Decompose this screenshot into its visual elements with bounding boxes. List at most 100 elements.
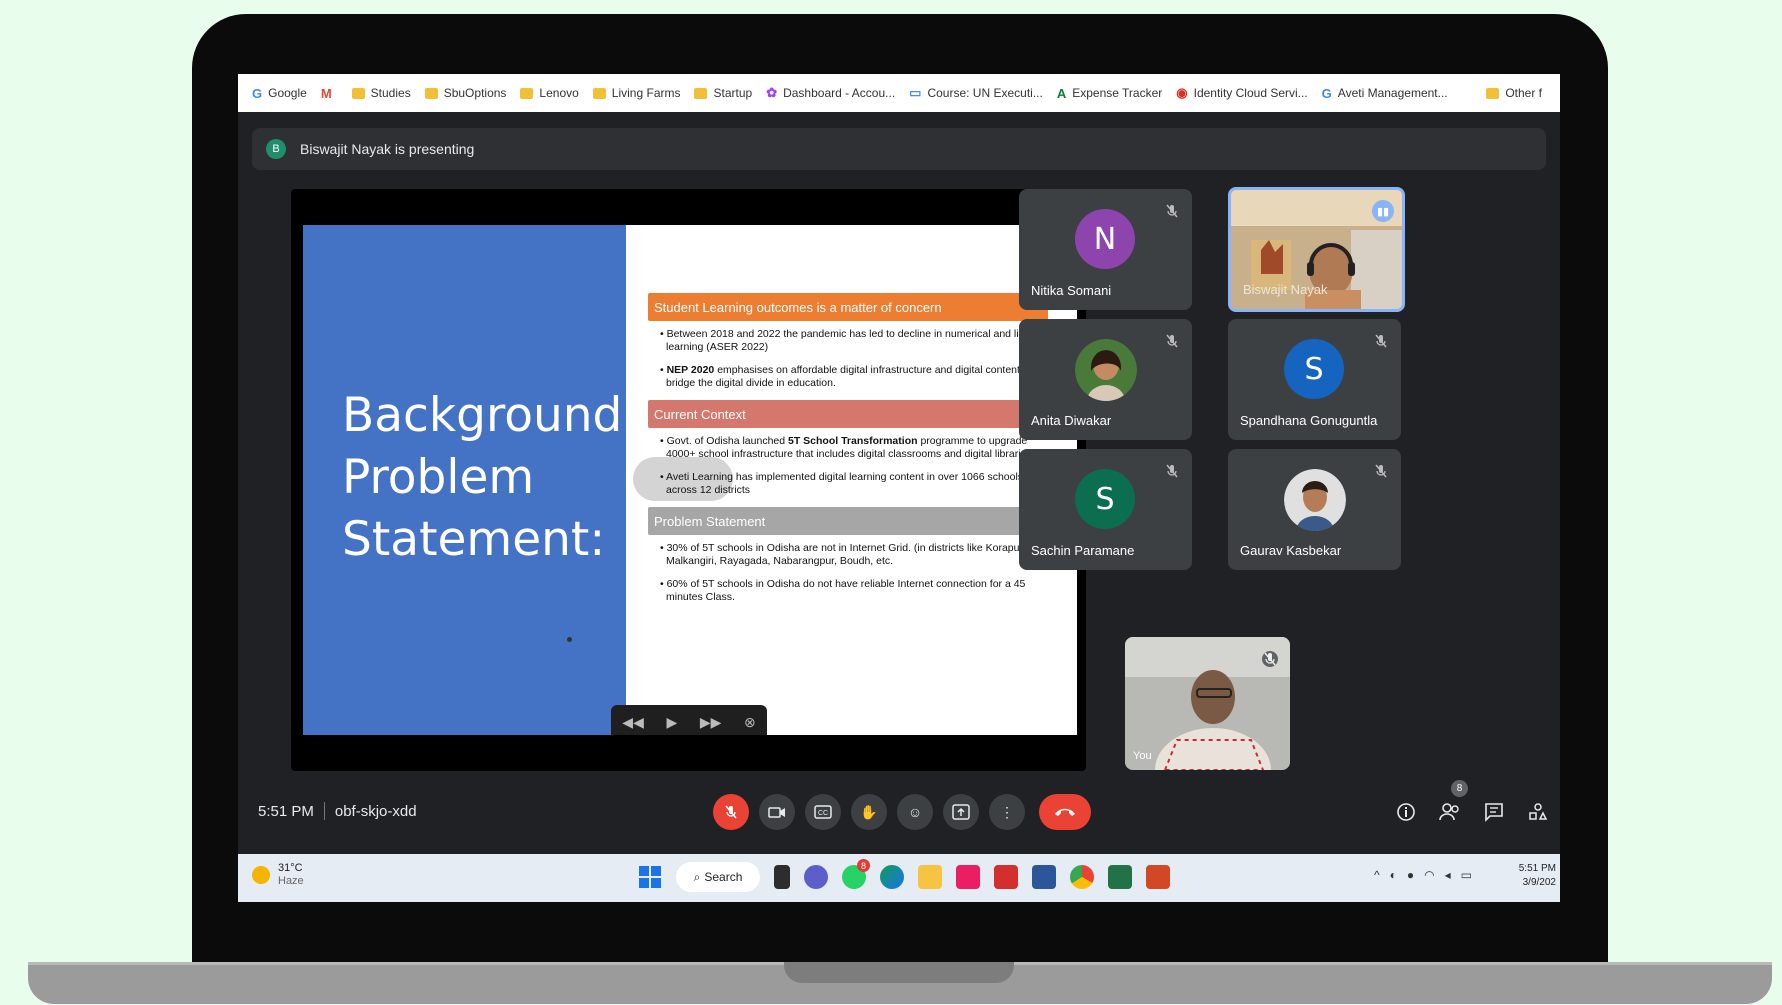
play-icon[interactable]: ▶ — [666, 714, 677, 731]
bookmark-item[interactable]: Studies — [351, 86, 411, 100]
slide-title: Background Problem Statement: — [342, 385, 622, 571]
bookmark-item[interactable]: G Google — [252, 86, 307, 101]
bookmark-item[interactable]: G Aveti Management... — [1322, 86, 1448, 101]
participant-tile-nitika[interactable]: N Nitika Somani — [1019, 189, 1192, 310]
presentation-stage[interactable]: Background Problem Statement: Student Le… — [291, 189, 1086, 771]
meeting-code: obf-skjo-xdd — [334, 802, 417, 820]
bookmark-item[interactable]: A Expense Tracker — [1057, 86, 1162, 101]
bookmarks-bar: G Google M Studies SbuOptions Lenovo Living Fa… — [238, 74, 1560, 112]
microphone-icon[interactable]: ● — [1407, 868, 1414, 882]
presenting-text: Biswajit Nayak is presenting — [300, 141, 475, 157]
leave-call-button[interactable] — [1039, 794, 1091, 830]
laptop-notch — [784, 962, 1014, 983]
participant-name: Biswajit Nayak — [1243, 282, 1328, 297]
chrome-icon[interactable] — [1070, 865, 1094, 889]
slide-section-heading: Problem Statement — [648, 507, 1048, 535]
bookmark-item[interactable]: ✿ Dashboard - Accou... — [766, 85, 895, 101]
speaker-icon[interactable]: ◂ — [1445, 868, 1451, 882]
bookmark-label: SbuOptions — [443, 86, 507, 100]
slide-title-panel: Background Problem Statement: — [303, 225, 626, 735]
participant-tile-biswajit[interactable]: ▮▮ Biswajit Nayak — [1228, 187, 1405, 312]
clock-time: 5:51 PM — [1518, 863, 1556, 874]
other-bookmarks[interactable]: Other f — [1486, 74, 1546, 112]
fast-forward-icon[interactable]: ▶▶ — [700, 714, 722, 731]
weather-widget[interactable]: 31°C Haze — [252, 862, 304, 888]
bookmark-item[interactable]: SbuOptions — [424, 86, 507, 100]
store-icon[interactable] — [956, 865, 980, 889]
folder-icon — [424, 87, 438, 99]
activities-button[interactable] — [1520, 794, 1556, 830]
bookmark-item[interactable]: Living Farms — [592, 86, 681, 100]
windows-start-icon[interactable] — [638, 865, 662, 889]
screen: G Google M Studies SbuOptions Lenovo Living Fa… — [238, 74, 1560, 902]
excel-icon[interactable] — [1108, 865, 1132, 889]
folder-icon — [1486, 87, 1500, 99]
rewind-icon[interactable]: ◀◀ — [622, 714, 644, 731]
bookmark-label: Startup — [713, 86, 753, 100]
participant-tile-gaurav[interactable]: Gaurav Kasbekar — [1228, 449, 1401, 570]
tray-app-icon[interactable]: ◐ — [1390, 868, 1397, 882]
slide-section-heading: Current Context — [648, 400, 1048, 428]
edge-browser-icon[interactable] — [880, 865, 904, 889]
reactions-button[interactable]: ☺ — [897, 794, 933, 830]
bookmark-label: Expense Tracker — [1072, 86, 1163, 100]
chevron-up-icon[interactable]: ^ — [1374, 868, 1380, 882]
powerpoint-icon[interactable] — [1146, 865, 1170, 889]
participant-tile-spandhana[interactable]: S Spandhana Gonuguntla — [1228, 319, 1401, 440]
mouse-cursor — [567, 637, 572, 642]
bookmark-label: Lenovo — [539, 86, 579, 100]
bookmark-item[interactable]: ◉ Identity Cloud Servi... — [1176, 85, 1307, 101]
chat-button[interactable] — [1476, 794, 1512, 830]
taskbar-clock[interactable]: 5:51 PM 3/9/202 — [1519, 862, 1556, 890]
participant-tile-sachin[interactable]: S Sachin Paramane — [1019, 449, 1192, 570]
word-icon[interactable] — [1032, 865, 1056, 889]
course-icon: ▭ — [909, 85, 922, 100]
bookmark-label: Identity Cloud Servi... — [1193, 86, 1308, 100]
taskbar-search[interactable]: ⌕ Search — [676, 862, 760, 892]
self-view-tile[interactable]: You — [1125, 637, 1290, 770]
bookmark-label: Course: UN Executi... — [927, 86, 1043, 100]
participant-tile-anita[interactable]: Anita Diwakar — [1019, 319, 1192, 440]
slide-bullet: • 60% of 5T schools in Odisha do not hav… — [652, 578, 1048, 604]
bookmark-item[interactable]: M — [321, 86, 338, 101]
system-tray: ^ ◐ ● ◠ ◂ ▭ — [1374, 868, 1482, 882]
chat-icon — [1485, 803, 1503, 822]
mic-toggle-button[interactable] — [713, 794, 749, 830]
bullet-text: 30% of 5T schools in Odisha are not in I… — [666, 542, 1026, 567]
divider — [323, 802, 325, 820]
present-screen-button[interactable] — [943, 794, 979, 830]
weather-condition: Haze — [278, 875, 304, 887]
battery-icon[interactable]: ▭ — [1461, 868, 1472, 882]
bullet-text: 60% of 5T schools in Odisha do not have … — [666, 578, 1026, 603]
raise-hand-button[interactable]: ✋ — [851, 794, 887, 830]
people-button[interactable]: 8 — [1432, 780, 1468, 830]
slide-bullet: • NEP 2020 emphasises on affordable digi… — [652, 364, 1048, 390]
bookmark-item[interactable]: Startup — [694, 86, 752, 100]
pdf-reader-icon[interactable] — [994, 865, 1018, 889]
expense-tracker-icon: A — [1056, 85, 1067, 101]
bookmark-label: Living Farms — [611, 86, 681, 100]
hand-icon: ✋ — [860, 803, 878, 820]
bookmark-item[interactable]: ▭ Course: UN Executi... — [909, 85, 1043, 101]
identity-cloud-icon: ◉ — [1176, 85, 1188, 100]
windows-taskbar: 31°C Haze ⌕ Search 8 ^ ◐ ● ◠ ◂ ▭ 5:51 PM… — [238, 854, 1560, 902]
close-circle-icon[interactable]: ⊗ — [744, 714, 756, 731]
mic-off-icon — [1166, 204, 1178, 218]
camera-toggle-button[interactable] — [759, 794, 795, 830]
more-options-button[interactable]: ⋮ — [989, 794, 1025, 830]
bookmark-item[interactable]: Lenovo — [520, 86, 579, 100]
meeting-details-button[interactable] — [1388, 794, 1424, 830]
wifi-icon[interactable]: ◠ — [1424, 868, 1434, 882]
whatsapp-icon[interactable]: 8 — [842, 859, 870, 889]
more-vert-icon: ⋮ — [1000, 803, 1014, 820]
speaking-indicator-icon: ▮▮ — [1372, 200, 1394, 222]
mic-off-icon — [1262, 651, 1278, 667]
bookmark-label: Google — [268, 86, 307, 100]
bookmark-label: Aveti Management... — [1337, 86, 1448, 100]
task-view-icon[interactable] — [774, 865, 790, 889]
notification-badge: 8 — [857, 859, 870, 872]
chat-app-icon[interactable] — [804, 865, 828, 889]
self-name: You — [1133, 750, 1152, 762]
file-explorer-icon[interactable] — [918, 865, 942, 889]
captions-button[interactable]: CC — [805, 794, 841, 830]
